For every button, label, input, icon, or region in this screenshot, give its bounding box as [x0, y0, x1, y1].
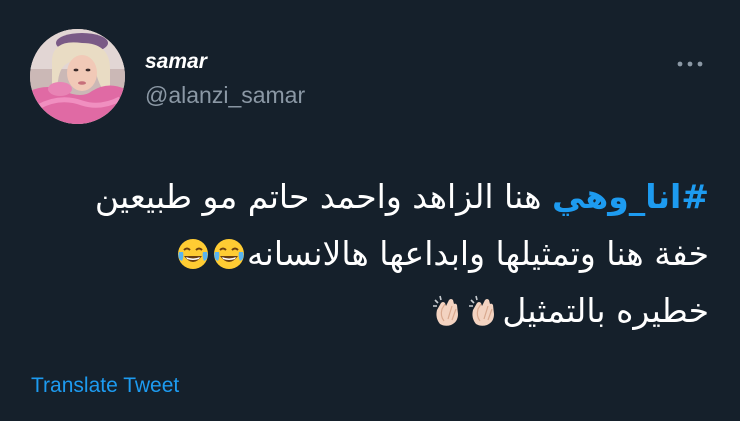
author-handle[interactable]: @alanzi_samar [145, 82, 305, 108]
avatar[interactable] [30, 29, 125, 124]
translate-tweet-link[interactable]: Translate Tweet [31, 373, 179, 399]
tweet-line-2-text: خفة هنا وتمثيلها وابداعها هالانسانه [246, 234, 709, 273]
clapping-hands-icon [431, 288, 465, 326]
author-display-name[interactable]: samar [145, 50, 207, 74]
tweet-line-1: #انا_وهي هنا الزاهد واحمد حاتم مو طبيعين [19, 168, 709, 225]
tweet-line-1-text: هنا الزاهد واحمد حاتم مو طبيعين [94, 177, 552, 216]
tweet-line-2: خفة هنا وتمثيلها وابداعها هالانسانه [19, 225, 709, 282]
hashtag-link[interactable]: #انا_وهي [552, 177, 709, 216]
clapping-hands-icon [467, 288, 501, 326]
face-with-tears-of-joy-icon [212, 231, 246, 269]
tweet-card: samar @alanzi_samar #انا_وهي هنا الزاهد … [0, 0, 740, 421]
tweet-line-3: خطيره بالتمثيل [19, 282, 709, 339]
more-options-icon[interactable] [676, 56, 704, 67]
tweet-body: #انا_وهي هنا الزاهد واحمد حاتم مو طبيعين… [19, 168, 709, 339]
avatar-image [30, 29, 125, 124]
face-with-tears-of-joy-icon [176, 231, 210, 269]
tweet-line-3-text: خطيره بالتمثيل [502, 291, 709, 330]
